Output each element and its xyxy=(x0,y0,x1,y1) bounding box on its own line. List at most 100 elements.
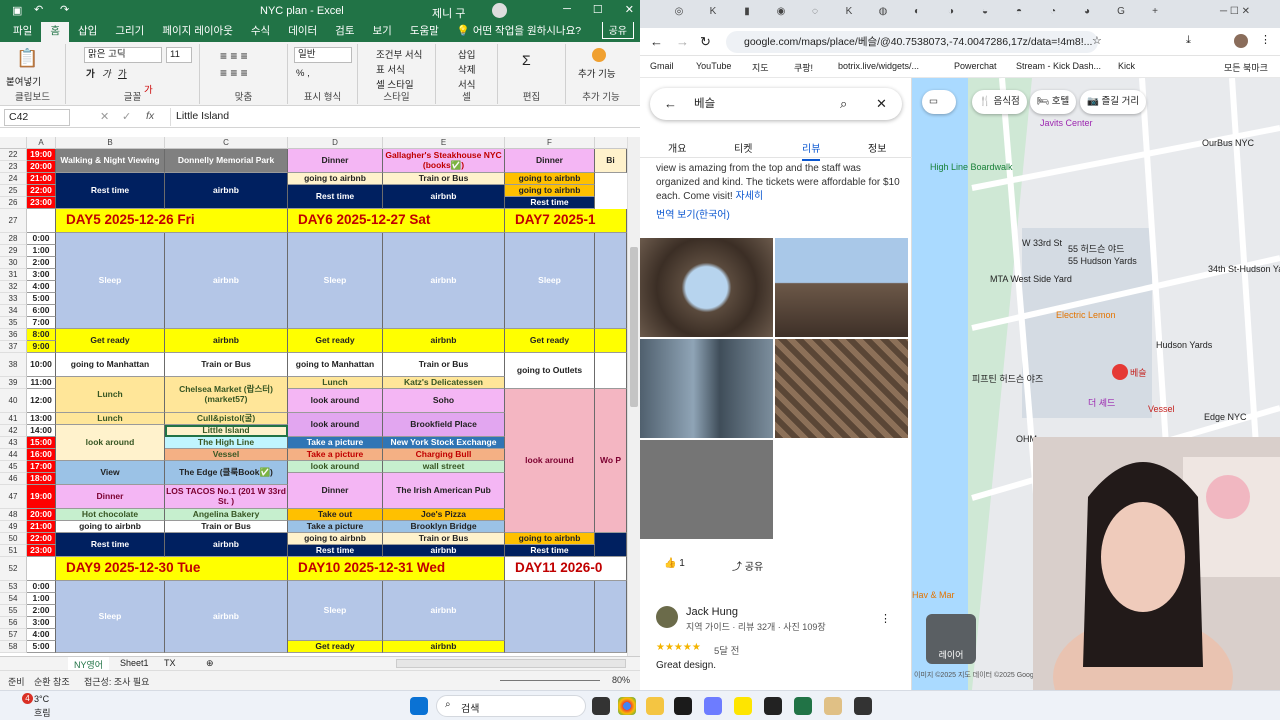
grid-cell[interactable]: Get ready xyxy=(505,329,595,353)
delete-cells-button[interactable]: 삭제 xyxy=(458,62,475,76)
browser-tab[interactable]: ◐ xyxy=(908,6,926,22)
map-label-vessel[interactable]: Vessel xyxy=(1148,404,1175,414)
addin-icon[interactable] xyxy=(592,48,606,62)
percent-icon[interactable]: % , xyxy=(296,68,310,79)
tab-page-layout[interactable]: 페이지 레이아웃 xyxy=(153,23,242,42)
addin-button[interactable]: 추가 기능 xyxy=(578,66,616,80)
grid-cell[interactable] xyxy=(27,209,56,233)
tab-home[interactable]: 홈 xyxy=(41,20,69,42)
tab-insert[interactable]: 삽입 xyxy=(69,23,106,42)
grid-cell[interactable]: 23:00 xyxy=(27,197,56,209)
row-header[interactable]: 36 xyxy=(0,329,27,341)
grid-cell[interactable]: look around xyxy=(288,461,383,473)
map-label-edge[interactable]: Edge NYC xyxy=(1204,412,1247,422)
grid-cell[interactable]: airbnb xyxy=(383,545,505,557)
grid-cell[interactable]: LOS TACOS No.1 (201 W 33rd St. ) xyxy=(165,485,288,509)
map-label-shed[interactable]: 더 셰드 xyxy=(1088,396,1115,409)
grid-cell[interactable]: 20:00 xyxy=(27,509,56,521)
review-photo-1[interactable] xyxy=(640,238,773,337)
bold-icon[interactable]: 가 xyxy=(86,66,95,80)
like-button[interactable]: 👍 1 xyxy=(664,558,685,569)
row-header[interactable]: 50 xyxy=(0,533,27,545)
grid-cell[interactable]: 4:00 xyxy=(27,281,56,293)
row-header[interactable]: 22 xyxy=(0,149,27,161)
map-label-javits[interactable]: Javits Center xyxy=(1040,118,1093,128)
search-icon[interactable]: ⌕ xyxy=(840,96,847,112)
grid-cell[interactable]: DAY7 2025-1 xyxy=(505,209,627,233)
close-icon[interactable]: ✕ xyxy=(876,96,887,112)
cancel-icon[interactable]: ✕ xyxy=(100,110,109,123)
grid-cell[interactable]: Lunch xyxy=(288,377,383,389)
share-button[interactable]: 공유 xyxy=(601,20,634,39)
fx-icon[interactable]: fx xyxy=(146,110,154,122)
grid-cell[interactable]: airbnb xyxy=(383,233,505,329)
grid-cell[interactable]: Train or Bus xyxy=(383,533,505,545)
grid-cell[interactable]: Katz's Delicatessen xyxy=(383,377,505,389)
grid-cell[interactable]: Get ready xyxy=(288,641,383,653)
grid-cell[interactable]: airbnb xyxy=(383,185,505,209)
grid-cell[interactable]: 12:00 xyxy=(27,389,56,413)
row-header[interactable]: 58 xyxy=(0,641,27,653)
number-format-select[interactable]: 일반 xyxy=(294,47,352,63)
row-header[interactable]: 46 xyxy=(0,473,27,485)
grid-cell[interactable]: going to airbnb xyxy=(505,533,595,545)
weather-temp[interactable]: 3°C xyxy=(34,694,49,704)
grid-cell[interactable]: look around xyxy=(288,389,383,413)
row-header[interactable]: 31 xyxy=(0,269,27,281)
translate-link[interactable]: 번역 보기(한국어) xyxy=(656,206,730,221)
map-label-boardwalk[interactable]: High Line Boardwalk xyxy=(930,162,1013,172)
grid-cell[interactable]: DAY5 2025-12-26 Fri xyxy=(56,209,288,233)
taskview-icon[interactable] xyxy=(592,697,610,715)
cond-format-button[interactable]: 조건부 서식 xyxy=(376,47,422,61)
grid-cell[interactable]: 3:00 xyxy=(27,617,56,629)
grid-cell[interactable] xyxy=(505,581,595,653)
review-photo-2[interactable] xyxy=(775,238,908,337)
grid-cell[interactable]: Lunch xyxy=(56,413,165,425)
underline-icon[interactable]: 가 xyxy=(118,66,127,80)
grid-cell[interactable]: 22:00 xyxy=(27,185,56,197)
grid-cell[interactable] xyxy=(595,353,627,389)
grid-cell[interactable] xyxy=(27,557,56,581)
grid-cell[interactable]: airbnb xyxy=(383,641,505,653)
grid-cell[interactable]: 11:00 xyxy=(27,377,56,389)
grid-cell[interactable]: going to airbnb xyxy=(288,533,383,545)
grid-cell[interactable]: Donnelly Memorial Park xyxy=(165,149,288,173)
map-label-havmar[interactable]: Hav & Mar xyxy=(912,590,955,600)
grid-cell[interactable]: 23:00 xyxy=(27,545,56,557)
grid-cell[interactable]: Take a picture xyxy=(288,437,383,449)
wrap-icon[interactable]: ≡ ≡ ≡ xyxy=(220,66,248,80)
map-label-34th[interactable]: 34th St-Hudson Yards xyxy=(1208,264,1280,274)
grid-cell[interactable]: airbnb xyxy=(165,533,288,557)
grid-cell[interactable]: 13:00 xyxy=(27,413,56,425)
grid-cell[interactable]: Rest time xyxy=(56,173,165,209)
tell-me-box[interactable]: 💡 어떤 작업을 원하시나요? xyxy=(448,23,590,42)
app-icon-2[interactable] xyxy=(704,697,722,715)
all-bookmarks[interactable]: 모든 북마크 xyxy=(1224,61,1268,74)
row-header[interactable]: 27 xyxy=(0,209,27,233)
browser-tab[interactable]: ◕ xyxy=(1078,6,1096,22)
grid-cell[interactable]: Joe's Pizza xyxy=(383,509,505,521)
grid-cell[interactable]: Sleep xyxy=(505,233,595,329)
italic-icon[interactable]: 가 xyxy=(102,66,111,80)
bookmark-star-icon[interactable]: ☆ xyxy=(1092,34,1102,47)
taskbar-search[interactable]: ⌕ 검색 xyxy=(436,695,586,717)
map-label-lemon[interactable]: Electric Lemon xyxy=(1056,310,1116,320)
grid-cell[interactable]: Take a picture xyxy=(288,449,383,461)
share-button[interactable]: ⤴ 공유 xyxy=(732,558,763,573)
map-label-hy[interactable]: Hudson Yards xyxy=(1156,340,1212,350)
window-controls[interactable]: ─ ☐ ✕ xyxy=(1200,6,1270,22)
review-photo-3[interactable] xyxy=(640,339,773,438)
browser-tab[interactable]: ◓ xyxy=(1010,6,1028,22)
grid-cell[interactable]: look around xyxy=(288,413,383,437)
grid-cell[interactable]: airbnb xyxy=(165,173,288,209)
row-header[interactable]: 53 xyxy=(0,581,27,593)
grid-cell[interactable]: Sleep xyxy=(56,581,165,653)
grid-cell[interactable]: Train or Bus xyxy=(165,521,288,533)
browser-tab[interactable]: ◉ xyxy=(772,6,790,22)
tab-file[interactable]: 파일 xyxy=(4,23,41,42)
add-sheet-icon[interactable]: ⊕ xyxy=(200,657,220,670)
browser-tab[interactable]: K xyxy=(704,6,722,22)
app-icon-5[interactable] xyxy=(854,697,872,715)
column-header-a[interactable]: A xyxy=(27,137,56,149)
row-header[interactable]: 32 xyxy=(0,281,27,293)
